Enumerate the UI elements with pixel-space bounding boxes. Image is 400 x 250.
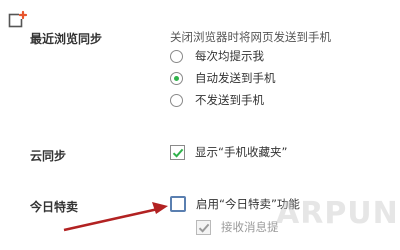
radio-label: 自动发送到手机 <box>195 71 276 85</box>
checkbox-show-mobile-favorites[interactable]: 显示“手机收藏夹” <box>170 144 287 160</box>
add-icon[interactable] <box>8 10 28 30</box>
checkbox-label: 显示“手机收藏夹” <box>195 145 288 159</box>
radio-option-ask-every-time[interactable]: 每次均提示我 <box>170 48 264 64</box>
radio-button[interactable] <box>170 49 183 63</box>
radio-option-do-not-send[interactable]: 不发送到手机 <box>170 92 264 108</box>
radio-button-selected[interactable] <box>170 71 183 85</box>
checkbox[interactable] <box>170 196 186 212</box>
section-title-recent-sync: 最近浏览同步 <box>30 32 103 46</box>
checkbox-label: 接收消息提 <box>221 220 279 234</box>
radio-option-auto-send[interactable]: 自动发送到手机 <box>170 70 276 86</box>
radio-label: 不发送到手机 <box>195 93 264 107</box>
watermark: ARPUN <box>276 196 399 231</box>
section-title-cloud-sync: 云同步 <box>30 149 67 163</box>
checkbox-disabled[interactable] <box>196 219 211 235</box>
recent-sync-description: 关闭浏览器时将网页发送到手机 <box>170 30 331 44</box>
checkbox[interactable] <box>170 144 185 160</box>
radio-button[interactable] <box>170 93 183 107</box>
checkbox-receive-messages[interactable]: 接收消息提 <box>196 219 279 235</box>
radio-label: 每次均提示我 <box>195 49 264 63</box>
section-title-today-deals: 今日特卖 <box>30 200 79 214</box>
